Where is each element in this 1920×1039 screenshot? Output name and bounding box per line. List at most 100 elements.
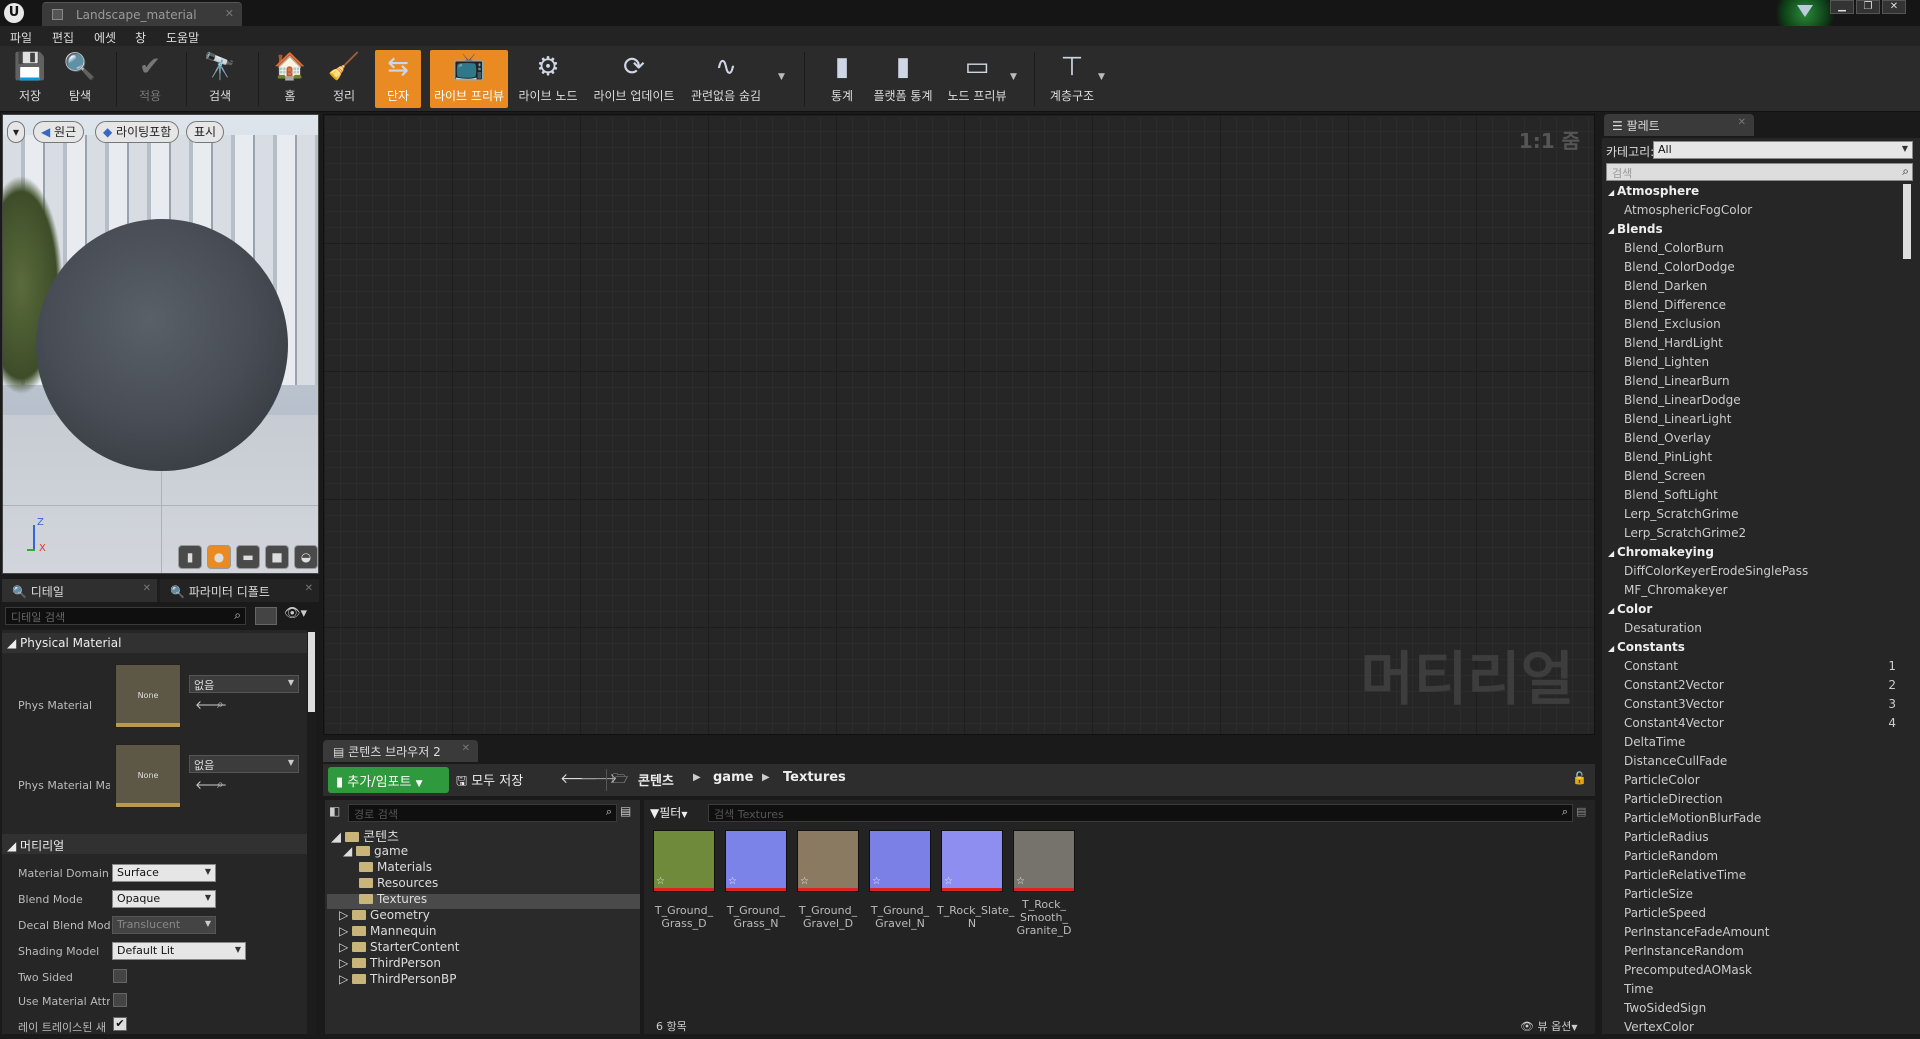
save-search-icon[interactable]: ▤: [1576, 805, 1586, 818]
toolbar-button[interactable]: ✔ 적용: [128, 50, 172, 108]
tree-mannequin[interactable]: ▷ Mannequin: [339, 924, 437, 938]
view-options-icon[interactable]: ▤: [620, 804, 636, 822]
palette-item[interactable]: ParticleColor: [1604, 773, 1900, 792]
asset-tile[interactable]: ☆: [653, 830, 715, 892]
palette-category[interactable]: ◢ Chromakeying: [1604, 545, 1900, 564]
palette-item[interactable]: Lerp_ScratchGrime: [1604, 507, 1900, 526]
add-import-button[interactable]: ▮ 추가/임포트 ▼: [328, 767, 449, 793]
palette-item[interactable]: ParticleRelativeTime: [1604, 868, 1900, 887]
tree-materials[interactable]: Materials: [359, 860, 432, 874]
lock-icon[interactable]: 🔓: [1572, 771, 1587, 785]
asset-name[interactable]: T_Ground_ Gravel_D: [793, 904, 863, 930]
palette-item[interactable]: Blend_LinearDodge: [1604, 393, 1900, 412]
breadcrumb-arrow-icon[interactable]: ▶: [762, 772, 770, 783]
details-scrollbar[interactable]: [307, 630, 316, 1034]
cube-shape-button[interactable]: ■: [265, 545, 289, 569]
toolbar-button[interactable]: ▭ 노드 프리뷰: [946, 50, 1008, 108]
view-options-button[interactable]: 👁 뷰 옵션▼: [1520, 1018, 1577, 1034]
close-tab-icon[interactable]: ✕: [462, 743, 470, 754]
asset-name[interactable]: T_Ground_ Grass_N: [721, 904, 791, 930]
close-tab-icon[interactable]: ✕: [1738, 117, 1746, 128]
palette-category[interactable]: ◢ Atmosphere: [1604, 184, 1900, 203]
breadcrumb-arrow-icon[interactable]: ▶: [693, 772, 701, 783]
filter-button[interactable]: ▼필터▼: [650, 804, 687, 821]
palette-item[interactable]: Blend_PinLight: [1604, 450, 1900, 469]
palette-item[interactable]: DiffColorKeyerErodeSinglePass: [1604, 564, 1900, 583]
sphere-shape-button[interactable]: ●: [207, 545, 231, 569]
asset-tile[interactable]: ☆: [941, 830, 1003, 892]
favorite-star-icon[interactable]: ☆: [944, 876, 953, 887]
palette-item[interactable]: Blend_Darken: [1604, 279, 1900, 298]
hide-unrelated-dropdown-icon[interactable]: ▼: [778, 72, 785, 82]
minimize-button[interactable]: ▁: [1830, 0, 1854, 14]
sources-toggle-icon[interactable]: ◧: [329, 804, 345, 822]
phys-material-mask-combo[interactable]: 없음 ▼: [189, 755, 299, 773]
unreal-logo-icon[interactable]: U: [4, 3, 24, 23]
details-search-input[interactable]: 디테일 검색 ⌕: [5, 607, 246, 625]
blend-mode-combo[interactable]: Opaque ▼: [112, 890, 216, 908]
asset-search-input[interactable]: 검색 Textures ⌕: [708, 804, 1573, 822]
asset-name[interactable]: T_Rock_Slate_ N: [937, 904, 1014, 930]
phys-material-mask-thumbnail[interactable]: None: [115, 744, 181, 808]
breadcrumb-textures[interactable]: Textures: [783, 770, 846, 785]
viewport-options-button[interactable]: ▾: [7, 121, 26, 143]
palette-item[interactable]: Blend_Overlay: [1604, 431, 1900, 450]
material-header[interactable]: ◢ 머티리얼: [2, 834, 307, 854]
palette-category[interactable]: ◢ Color: [1604, 602, 1900, 621]
palette-item[interactable]: Blend_HardLight: [1604, 336, 1900, 355]
physical-material-header[interactable]: ◢ Physical Material: [2, 633, 307, 653]
palette-item[interactable]: Blend_SoftLight: [1604, 488, 1900, 507]
folder-open-icon[interactable]: 🗁: [612, 770, 628, 792]
tree-root-content[interactable]: ◢ 콘텐츠: [331, 826, 399, 845]
close-tab-icon[interactable]: ✕: [143, 583, 151, 594]
palette-search-input[interactable]: 검색 ⌕: [1606, 163, 1913, 181]
asset-tile[interactable]: ☆: [1013, 830, 1075, 892]
asset-tile[interactable]: ☆: [797, 830, 859, 892]
tab-details[interactable]: 🔍 디테일 ✕: [2, 579, 157, 602]
palette-item[interactable]: Blend_Difference: [1604, 298, 1900, 317]
close-window-button[interactable]: ✕: [1882, 0, 1906, 14]
tree-third-person-bp[interactable]: ▷ ThirdPersonBP: [339, 972, 456, 986]
tree-geometry[interactable]: ▷ Geometry: [339, 908, 430, 922]
cylinder-shape-button[interactable]: ▮: [178, 545, 202, 569]
toolbar-button[interactable]: ⚙ 라이브 노드: [516, 50, 580, 108]
asset-name[interactable]: T_Ground_ Grass_D: [649, 904, 719, 930]
favorite-star-icon[interactable]: ☆: [1016, 876, 1025, 887]
palette-item[interactable]: Lerp_ScratchGrime2: [1604, 526, 1900, 545]
palette-item[interactable]: Blend_ColorDodge: [1604, 260, 1900, 279]
palette-tab[interactable]: ☰ 팔레트 ✕: [1604, 114, 1754, 136]
palette-item[interactable]: PerInstanceFadeAmount: [1604, 925, 1900, 944]
palette-category[interactable]: ◢ Constants: [1604, 640, 1900, 659]
shading-model-combo[interactable]: Default Lit ▼: [112, 942, 246, 960]
palette-item[interactable]: Blend_ColorBurn: [1604, 241, 1900, 260]
tree-textures[interactable]: Textures: [359, 892, 427, 906]
palette-item[interactable]: ParticleMotionBlurFade: [1604, 811, 1900, 830]
favorite-star-icon[interactable]: ☆: [656, 876, 665, 887]
property-matrix-button[interactable]: [255, 607, 277, 625]
document-tab[interactable]: Landscape_material ✕: [42, 2, 242, 26]
palette-item[interactable]: Constant2Vector 2: [1604, 678, 1900, 697]
perspective-button[interactable]: ◀ 원근: [33, 121, 85, 143]
teapot-shape-button[interactable]: ◒: [294, 545, 318, 569]
category-combo[interactable]: All ▼: [1653, 141, 1913, 159]
palette-item[interactable]: Blend_Lighten: [1604, 355, 1900, 374]
menu-file[interactable]: 파일: [10, 29, 32, 46]
breadcrumb-content[interactable]: 콘텐츠: [638, 770, 674, 789]
palette-item[interactable]: DeltaTime: [1604, 735, 1900, 754]
maximize-button[interactable]: ❐: [1856, 0, 1880, 14]
menu-help[interactable]: 도움말: [166, 29, 199, 46]
phys-material-combo[interactable]: 없음 ▼: [189, 675, 299, 693]
palette-item[interactable]: DistanceCullFade: [1604, 754, 1900, 773]
palette-item[interactable]: PrecomputedAOMask: [1604, 963, 1900, 982]
palette-scrollbar-thumb[interactable]: [1903, 184, 1911, 259]
palette-item[interactable]: ParticleRadius: [1604, 830, 1900, 849]
toolbar-button[interactable]: 🏠 홈: [270, 50, 310, 108]
toolbar-button[interactable]: ▮ 플랫폼 통계: [872, 50, 934, 108]
menu-window[interactable]: 창: [135, 29, 146, 46]
asset-tile[interactable]: ☆: [869, 830, 931, 892]
toolbar-button[interactable]: 📺 라이브 프리뷰: [430, 50, 508, 108]
palette-item[interactable]: Constant4Vector 4: [1604, 716, 1900, 735]
palette-item[interactable]: VertexColor: [1604, 1020, 1900, 1039]
browse-magnifier-icon[interactable]: ⌕: [217, 697, 224, 712]
close-tab-icon[interactable]: ✕: [225, 7, 234, 20]
